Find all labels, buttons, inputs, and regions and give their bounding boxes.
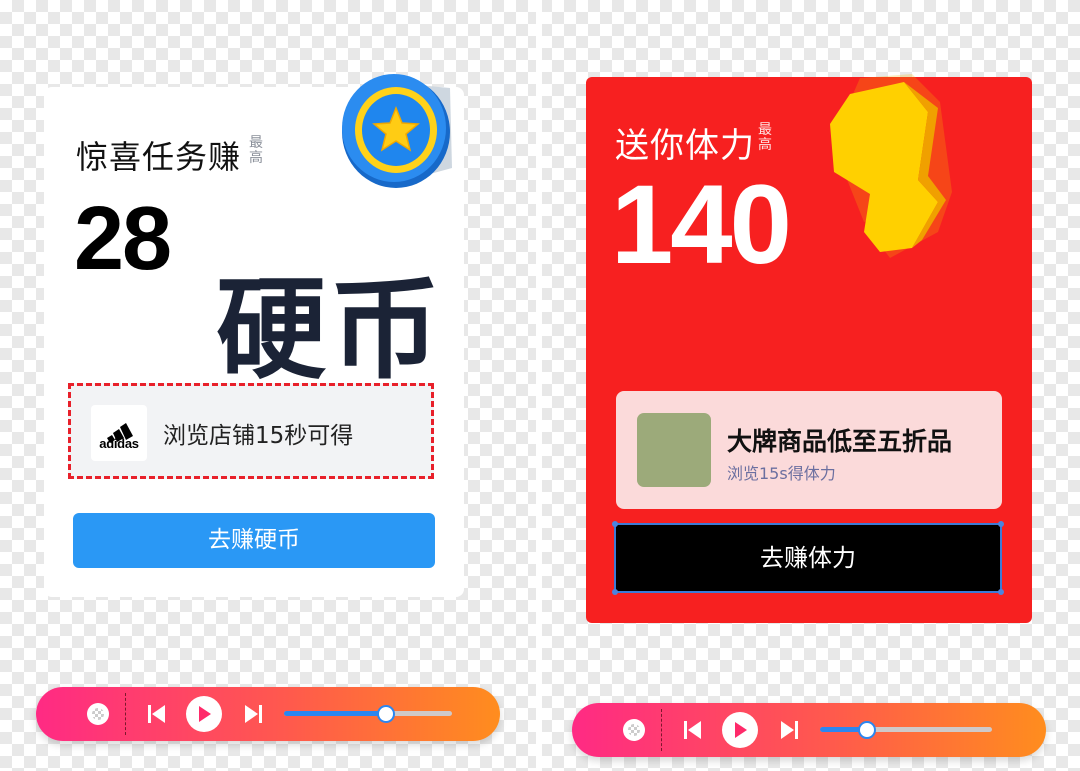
selection-handle[interactable] bbox=[612, 589, 618, 595]
disc-icon[interactable] bbox=[87, 703, 109, 725]
earn-stamina-button[interactable]: 去赚体力 bbox=[612, 521, 1004, 595]
reward-amount: 28 bbox=[74, 189, 172, 289]
shop-task-text: 浏览店铺15秒可得 bbox=[163, 423, 354, 449]
play-button[interactable] bbox=[186, 696, 222, 732]
selection-handle[interactable] bbox=[998, 589, 1004, 595]
adidas-stripes-icon bbox=[107, 423, 133, 443]
progress-slider[interactable] bbox=[284, 705, 452, 723]
slider-knob[interactable] bbox=[377, 705, 395, 723]
product-subtitle: 浏览15s得体力 bbox=[727, 464, 836, 483]
selection-handle[interactable] bbox=[612, 521, 618, 527]
product-title: 大牌商品低至五折品 bbox=[727, 427, 953, 456]
play-icon bbox=[735, 722, 747, 738]
next-icon[interactable] bbox=[243, 704, 263, 724]
max-label: 最高 bbox=[758, 122, 772, 153]
brand-name: adidas bbox=[99, 436, 139, 451]
play-icon bbox=[199, 706, 211, 722]
max-label: 最高 bbox=[249, 135, 263, 166]
adidas-logo: adidas bbox=[91, 405, 147, 461]
button-label: 去赚体力 bbox=[760, 544, 856, 572]
earn-coins-button[interactable]: 去赚硬币 bbox=[73, 513, 435, 568]
progress-slider[interactable] bbox=[820, 721, 992, 739]
next-icon[interactable] bbox=[779, 720, 799, 740]
product-task-item[interactable]: 大牌商品低至五折品 浏览15s得体力 bbox=[616, 391, 1002, 509]
separator bbox=[125, 693, 126, 735]
play-button[interactable] bbox=[722, 712, 758, 748]
separator bbox=[661, 709, 662, 751]
media-player-bar bbox=[36, 687, 500, 741]
selection-handle[interactable] bbox=[998, 521, 1004, 527]
shop-task-item[interactable]: adidas 浏览店铺15秒可得 bbox=[68, 383, 434, 479]
reward-unit: 硬币 bbox=[216, 266, 444, 394]
progress-fill bbox=[284, 711, 385, 716]
lightning-icon bbox=[830, 74, 952, 258]
panel-divider bbox=[536, 0, 542, 771]
disc-icon[interactable] bbox=[623, 719, 645, 741]
card-title: 惊喜任务赚 bbox=[76, 138, 242, 176]
slider-knob[interactable] bbox=[858, 721, 876, 739]
media-player-bar bbox=[572, 703, 1046, 757]
product-thumbnail bbox=[637, 413, 711, 487]
previous-icon[interactable] bbox=[683, 720, 703, 740]
previous-icon[interactable] bbox=[147, 704, 167, 724]
reward-amount: 140 bbox=[611, 162, 792, 287]
coin-icon bbox=[342, 74, 452, 188]
